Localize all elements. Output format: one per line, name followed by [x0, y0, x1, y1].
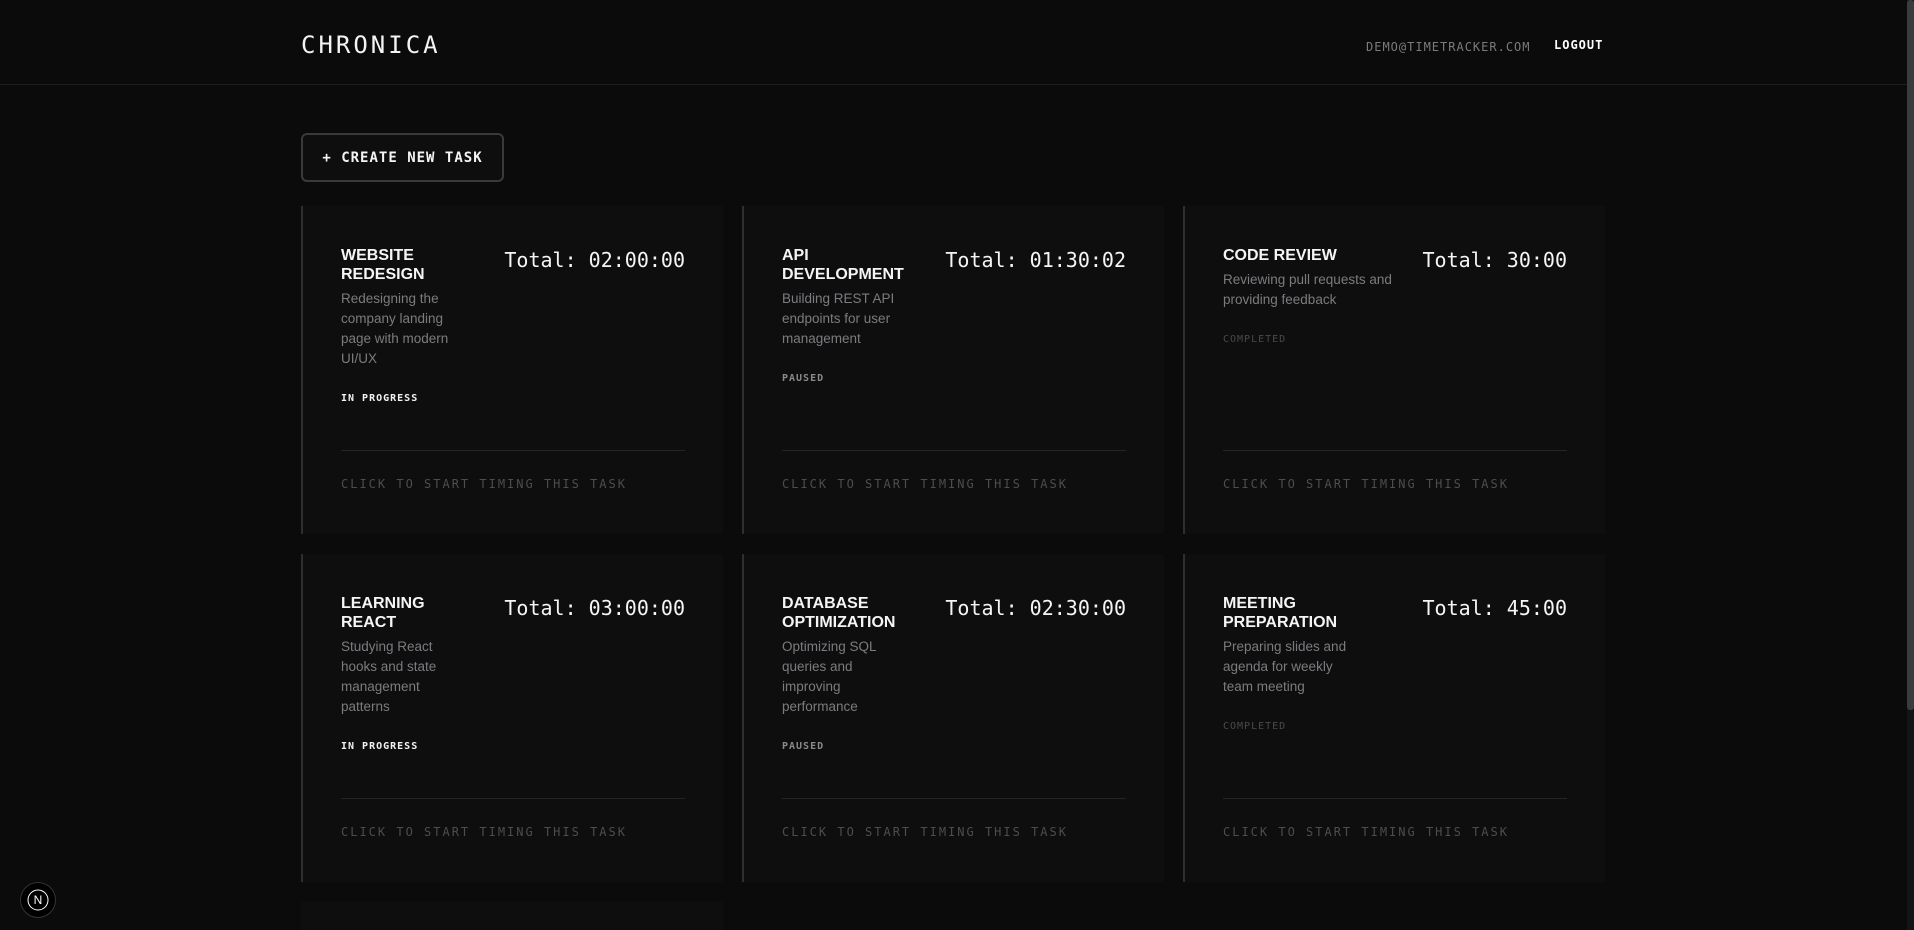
task-title: DATABASE OPTIMIZATION: [782, 595, 896, 631]
task-card[interactable]: LEARNING REACT Total: 03:00:00 Studying Re…: [301, 554, 723, 882]
card-divider: [1223, 798, 1567, 799]
start-timing-link[interactable]: CLICK TO START TIMING THIS TASK: [341, 825, 627, 839]
scrollbar-track[interactable]: [1907, 0, 1914, 930]
task-description: Preparing slides and agenda for weekly t…: [1223, 639, 1347, 694]
task-total-time: Total: 30:00: [1422, 248, 1568, 272]
task-status-badge: COMPLETED: [1223, 721, 1287, 732]
task-title: MEETING PREPARATION: [1223, 595, 1338, 631]
task-total-time: Total: 01:30:02: [945, 248, 1126, 272]
task-card-partial[interactable]: [301, 902, 723, 930]
task-title: LEARNING REACT: [341, 595, 425, 631]
task-title: WEBSITE REDESIGN: [341, 247, 425, 283]
start-timing-link[interactable]: CLICK TO START TIMING THIS TASK: [1223, 477, 1509, 491]
task-total-time: Total: 02:30:00: [945, 596, 1126, 620]
next-logo-icon[interactable]: N: [20, 882, 56, 918]
task-title: CODE REVIEW: [1223, 247, 1337, 264]
start-timing-link[interactable]: CLICK TO START TIMING THIS TASK: [1223, 825, 1509, 839]
task-total-time: Total: 45:00: [1422, 596, 1568, 620]
task-status-badge: PAUSED: [782, 741, 825, 752]
start-timing-link[interactable]: CLICK TO START TIMING THIS TASK: [782, 477, 1068, 491]
top-header: CHRONICA DEMO@TIMETRACKER.COM LOGOUT: [0, 0, 1907, 85]
task-card[interactable]: MEETING PREPARATION Total: 45:00 Preparing…: [1183, 554, 1605, 882]
task-total-time: Total: 03:00:00: [504, 596, 685, 620]
task-card[interactable]: API DEVELOPMENT Total: 01:30:02 Building R…: [742, 206, 1164, 534]
task-status-badge: IN PROGRESS: [341, 393, 419, 404]
start-timing-link[interactable]: CLICK TO START TIMING THIS TASK: [341, 477, 627, 491]
task-description: Reviewing pull requests and providing fe…: [1223, 272, 1392, 307]
task-card[interactable]: WEBSITE REDESIGN Total: 02:00:00 Redesigni…: [301, 206, 723, 534]
user-email: DEMO@TIMETRACKER.COM: [1366, 40, 1531, 54]
task-status-badge: IN PROGRESS: [341, 741, 419, 752]
create-new-task-button[interactable]: + CREATE NEW TASK: [301, 133, 504, 182]
card-divider: [1223, 450, 1567, 451]
task-status-badge: COMPLETED: [1223, 334, 1287, 345]
card-divider: [782, 450, 1126, 451]
task-title: API DEVELOPMENT: [782, 247, 904, 283]
task-description: Building REST API endpoints for user man…: [782, 291, 895, 346]
start-timing-link[interactable]: CLICK TO START TIMING THIS TASK: [782, 825, 1068, 839]
task-description: Redesigning the company landing page wit…: [341, 291, 449, 366]
card-divider: [782, 798, 1126, 799]
task-description: Optimizing SQL queries and improving per…: [782, 639, 877, 714]
card-divider: [341, 450, 685, 451]
logout-button[interactable]: LOGOUT: [1554, 38, 1603, 52]
scrollbar-thumb[interactable]: [1907, 0, 1914, 710]
next-logo-letter: N: [34, 893, 43, 907]
task-card[interactable]: DATABASE OPTIMIZATION Total: 02:30:00 Opti…: [742, 554, 1164, 882]
task-card[interactable]: CODE REVIEW Total: 30:00 Reviewing pull re…: [1183, 206, 1605, 534]
task-description: Studying React hooks and state managemen…: [341, 639, 437, 714]
card-divider: [341, 798, 685, 799]
task-total-time: Total: 02:00:00: [504, 248, 685, 272]
app-logo[interactable]: CHRONICA: [301, 31, 441, 59]
task-status-badge: PAUSED: [782, 373, 825, 384]
